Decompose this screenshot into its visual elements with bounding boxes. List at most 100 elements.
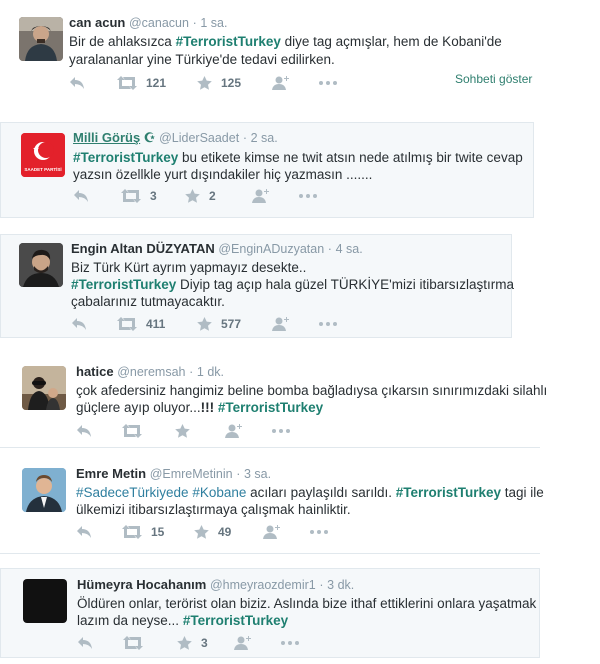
tweet-text-line: çabalarınız tutmayacaktır.	[71, 292, 225, 311]
favorite-button[interactable]: 3	[177, 636, 208, 650]
more-button[interactable]	[319, 322, 337, 326]
reply-button[interactable]	[77, 636, 93, 650]
more-button[interactable]	[299, 194, 317, 198]
tweet-actions	[76, 424, 336, 440]
tweet-text: Diyip tag açıp hala güzel TÜRKİYE'mizi i…	[176, 277, 514, 292]
tweet-actions: 15 49	[76, 525, 376, 541]
retweet-count: 15	[151, 525, 165, 539]
star-icon	[194, 525, 209, 539]
reply-icon	[77, 425, 91, 437]
crescent-icon: ☪	[143, 130, 156, 145]
reply-button[interactable]	[71, 317, 87, 331]
user-handle[interactable]: @canacun	[129, 16, 189, 30]
retweet-button[interactable]: 121	[117, 76, 166, 90]
user-name[interactable]: hatice	[76, 364, 114, 379]
tweet-text: yaralananlar yine Türkiye'de tedavi edil…	[69, 52, 335, 67]
timestamp[interactable]: 3 dk.	[327, 578, 354, 592]
more-icon	[281, 641, 299, 645]
tweet-header: Engin Altan DÜZYATAN @EnginADuzyatan · 4…	[71, 241, 363, 256]
hashtag-link[interactable]: #TerroristTurkey	[176, 34, 281, 49]
user-handle[interactable]: @neremsah	[117, 365, 185, 379]
reply-button[interactable]	[76, 424, 92, 438]
retweet-button[interactable]	[123, 636, 143, 650]
retweet-icon	[122, 424, 142, 438]
follow-button[interactable]	[224, 424, 242, 438]
reply-button[interactable]	[73, 189, 89, 203]
hashtag-link[interactable]: #TerroristTurkey	[218, 400, 323, 415]
add-user-icon	[272, 76, 289, 90]
more-button[interactable]	[272, 429, 290, 433]
avatar[interactable]: SAADET PARTİSİ	[21, 133, 65, 177]
reply-button[interactable]	[69, 76, 85, 90]
hashtag-link[interactable]: #TerroristTurkey	[183, 613, 288, 628]
tweet-text: acıları paylaşıldı sarıldı.	[246, 485, 396, 500]
hashtag-link[interactable]: #SadeceTürkiyede	[76, 485, 189, 500]
timestamp[interactable]: 2 sa.	[251, 131, 278, 145]
user-handle[interactable]: @LiderSaadet	[159, 131, 239, 145]
follow-button[interactable]	[271, 76, 289, 90]
retweet-button[interactable]: 3	[121, 189, 157, 203]
tweet-text: Bir de ahlaksızca	[69, 34, 176, 49]
hashtag-link[interactable]: #TerroristTurkey	[396, 485, 501, 500]
user-handle[interactable]: @EnginADuzyatan	[218, 242, 324, 256]
add-user-icon	[263, 525, 280, 539]
add-user-icon	[272, 317, 289, 331]
tweet-text-line: yaralananlar yine Türkiye'de tedavi edil…	[69, 50, 335, 69]
tweet-text: çok afedersiniz hangimiz beline bomba ba…	[76, 383, 548, 398]
user-name[interactable]: Emre Metin	[76, 466, 146, 481]
user-name[interactable]: can acun	[69, 15, 125, 30]
avatar[interactable]	[22, 468, 66, 512]
avatar[interactable]	[22, 366, 66, 410]
favorite-count: 125	[221, 76, 242, 90]
tweet-text: !!!	[200, 400, 215, 415]
retweet-button[interactable]	[122, 424, 142, 438]
timestamp[interactable]: 4 sa.	[336, 242, 363, 256]
more-button[interactable]	[281, 641, 299, 645]
more-button[interactable]	[310, 530, 328, 534]
hashtag-link[interactable]: #TerroristTurkey	[73, 150, 178, 165]
more-button[interactable]	[319, 81, 337, 85]
follow-button[interactable]	[251, 189, 269, 203]
star-icon	[177, 636, 192, 650]
retweet-button[interactable]: 411	[117, 317, 165, 331]
user-handle[interactable]: @EmreMetinin	[150, 467, 233, 481]
star-icon	[197, 317, 212, 331]
tweet-actions: 3	[77, 636, 377, 652]
user-handle[interactable]: @hmeyraozdemir1	[210, 578, 316, 592]
favorite-button[interactable]	[175, 424, 190, 438]
user-name[interactable]: Engin Altan DÜZYATAN	[71, 241, 215, 256]
more-icon	[299, 194, 317, 198]
tweet-text: lazım da neyse...	[77, 613, 183, 628]
follow-button[interactable]	[233, 636, 251, 650]
user-name[interactable]: Hümeyra Hocahanım	[77, 577, 206, 592]
timestamp[interactable]: 3 sa.	[244, 467, 271, 481]
favorite-button[interactable]: 49	[194, 525, 231, 539]
tweet: Hümeyra Hocahanım @hmeyraozdemir1 · 3 dk…	[0, 568, 540, 658]
tweet-text-line: güçlere ayıp oluyor...!!! #TerroristTurk…	[76, 398, 323, 417]
timestamp[interactable]: 1 sa.	[200, 16, 227, 30]
retweet-button[interactable]: 15	[122, 525, 164, 539]
more-icon	[310, 530, 328, 534]
reply-button[interactable]	[76, 525, 92, 539]
timestamp[interactable]: 1 dk.	[197, 365, 224, 379]
star-icon	[185, 189, 200, 203]
tweet-header: can acun @canacun · 1 sa.	[69, 15, 228, 30]
hashtag-link[interactable]: #Kobane	[192, 485, 246, 500]
follow-button[interactable]	[271, 317, 289, 331]
hashtag-link[interactable]: #TerroristTurkey	[71, 277, 176, 292]
favorite-button[interactable]: 125	[197, 76, 241, 90]
avatar[interactable]	[19, 17, 63, 61]
favorite-button[interactable]: 2	[185, 189, 216, 203]
favorite-count: 2	[209, 189, 216, 203]
tweet-header: hatice @neremsah · 1 dk.	[76, 364, 225, 379]
follow-button[interactable]	[262, 525, 280, 539]
tweet-text: diye tag açmışlar, hem de Kobani'de	[280, 34, 502, 49]
more-icon	[319, 81, 337, 85]
tweet-text: yazsın özellkle yurt dışındakiler hiç ya…	[73, 167, 373, 182]
show-conversation-link[interactable]: Sohbeti göster	[455, 72, 532, 86]
favorite-button[interactable]: 577	[197, 317, 241, 331]
avatar[interactable]	[23, 579, 67, 623]
user-name[interactable]: Milli Görüş	[73, 130, 140, 145]
more-icon	[319, 322, 337, 326]
avatar[interactable]	[19, 243, 63, 287]
